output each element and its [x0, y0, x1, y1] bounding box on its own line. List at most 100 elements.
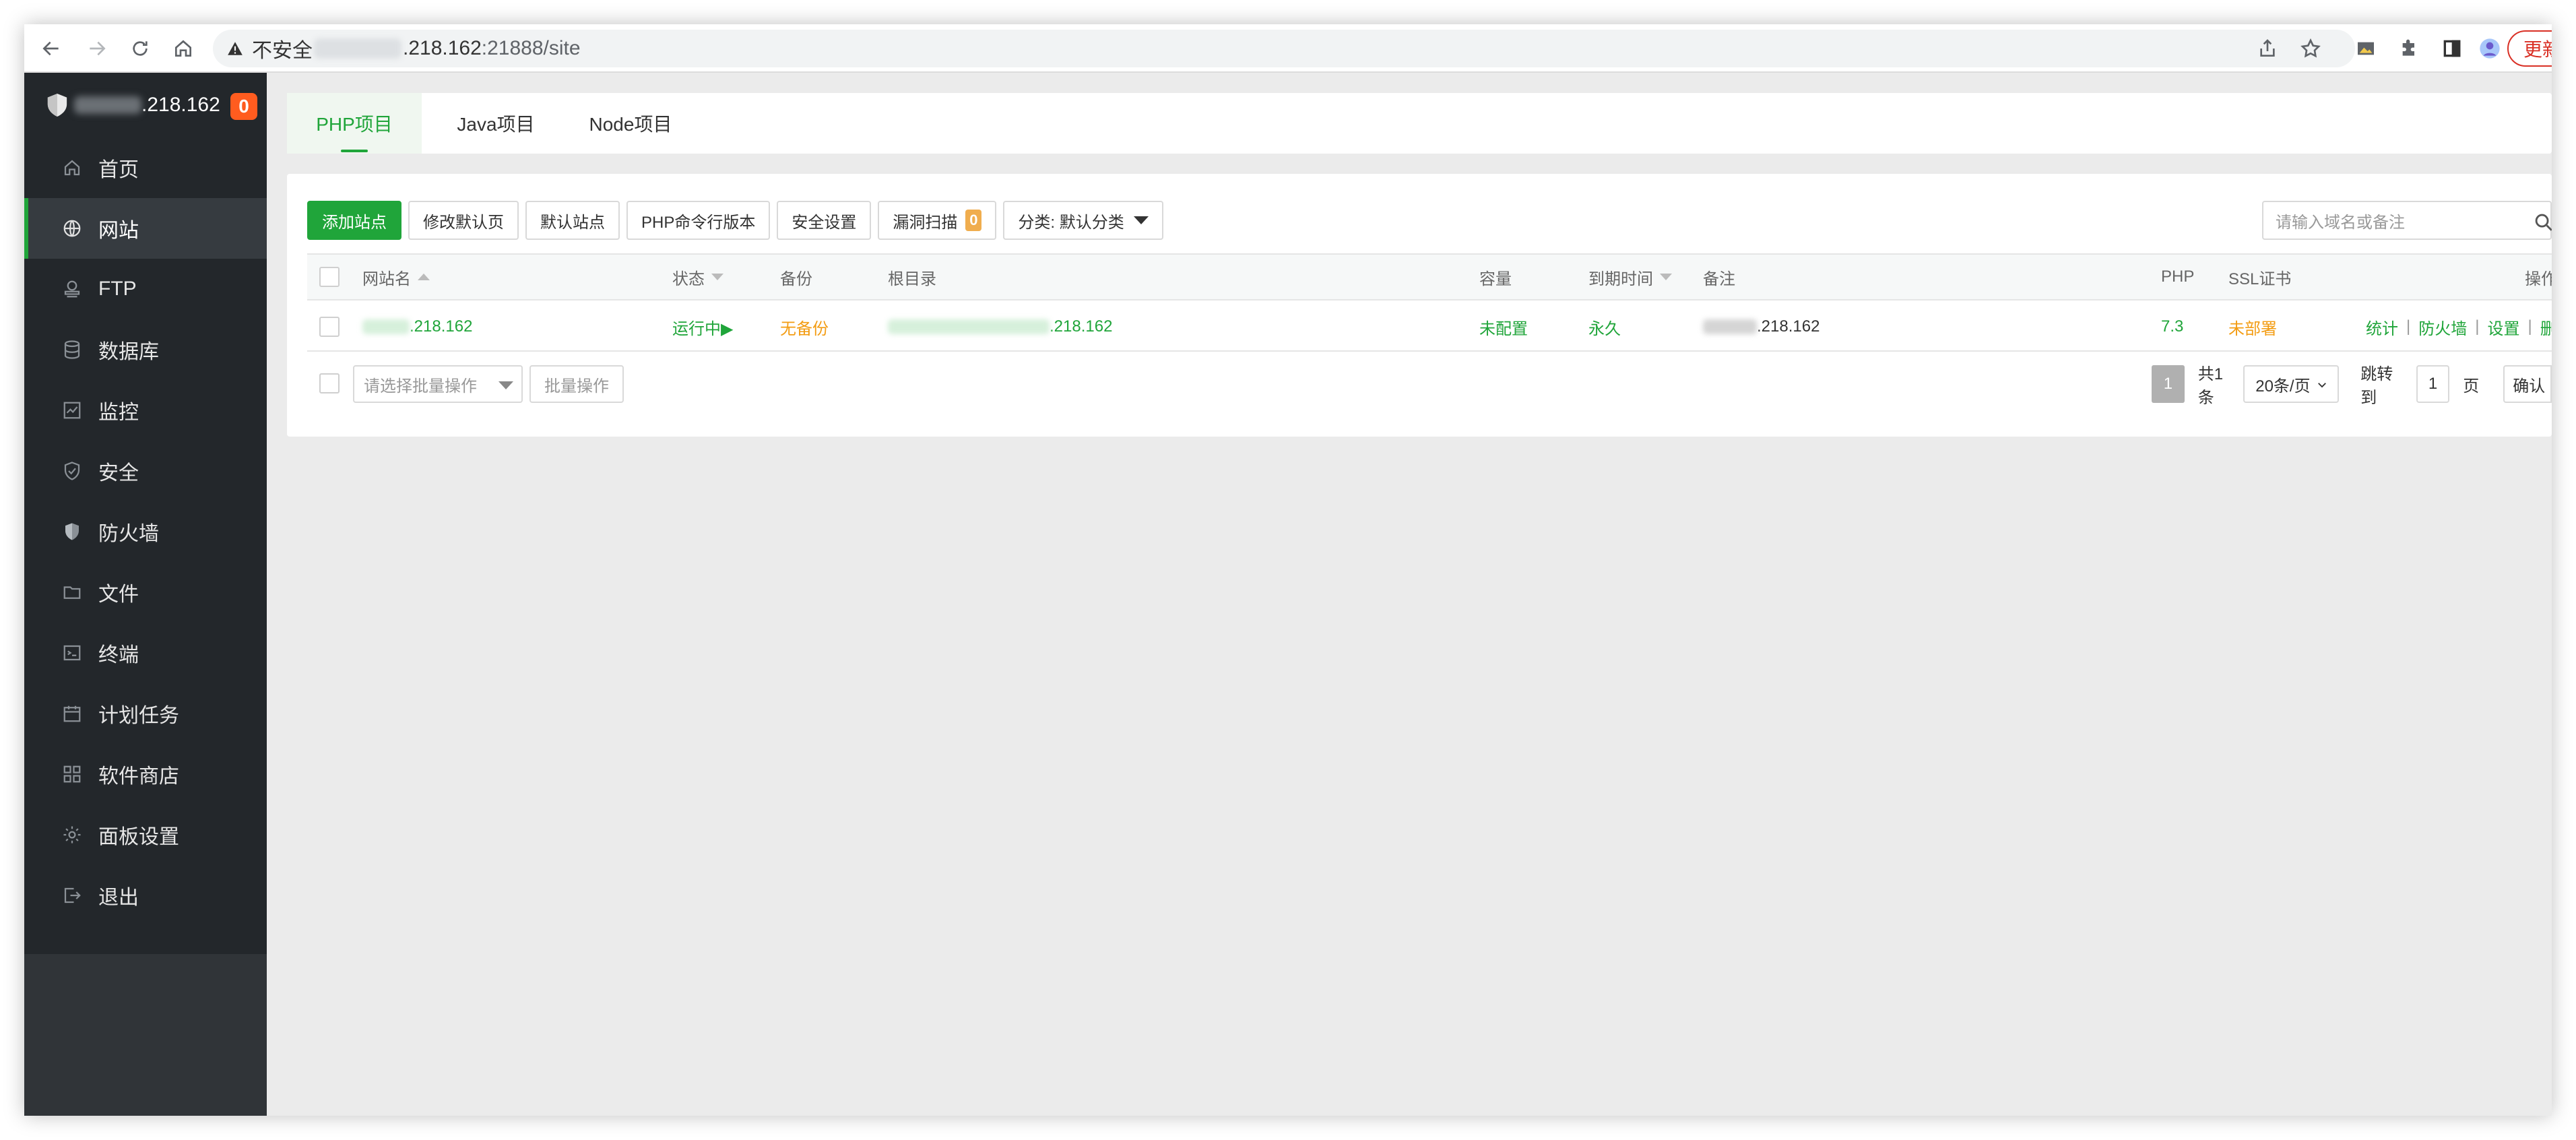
expiry-link[interactable]: 永久: [1588, 302, 1621, 352]
sidebar-item-firewall[interactable]: 防火墙: [24, 501, 267, 562]
page-number-current[interactable]: 1: [2152, 365, 2185, 403]
stats-link[interactable]: 统计: [2366, 315, 2398, 339]
sidebar-item-app-store[interactable]: 软件商店: [24, 744, 267, 804]
total-count: 共1条: [2197, 365, 2224, 407]
calendar-icon: [63, 705, 81, 722]
address-bar[interactable]: 不安全 .218.162 :21888/site: [213, 30, 2355, 67]
capacity-link[interactable]: 未配置: [1479, 302, 1528, 352]
home-icon[interactable]: [168, 34, 198, 63]
sidebar-item-terminal[interactable]: 终端: [24, 623, 267, 683]
sidebar-item-label: 网站: [98, 220, 139, 242]
jump-confirm-button[interactable]: 确认: [2503, 365, 2552, 403]
profile-avatar-icon[interactable]: [2476, 35, 2503, 62]
sidebar-item-database[interactable]: 数据库: [24, 319, 267, 380]
category-label: 分类: 默认分类: [1018, 213, 1124, 232]
share-icon[interactable]: [2254, 35, 2281, 62]
search-placeholder: 请输入域名或备注: [2276, 213, 2405, 232]
sidebar-item-files[interactable]: 文件: [24, 562, 267, 623]
add-site-button[interactable]: 添加站点: [307, 201, 401, 240]
backup-link[interactable]: 无备份: [780, 302, 829, 352]
row-actions: 统计| 防火墙| 设置| 删除: [2366, 302, 2552, 352]
site-status-toggle[interactable]: 运行中▶: [672, 302, 733, 352]
category-dropdown[interactable]: 分类: 默认分类: [1003, 201, 1163, 240]
image-extension-icon[interactable]: [2352, 35, 2379, 62]
redacted-ip: [74, 96, 141, 114]
sidebar-menu: .218.162 0 首页 网站 FTP 数据库 监控 安全 防火墙 文件 终端…: [24, 73, 267, 954]
sidebar-item-cron[interactable]: 计划任务: [24, 683, 267, 744]
row-select-cell: [319, 302, 340, 352]
firewall-shield-icon: [65, 523, 79, 540]
settings-link[interactable]: 设置: [2487, 315, 2519, 339]
select-all-cell: [319, 255, 340, 299]
tab-php-projects[interactable]: PHP项目: [287, 93, 422, 154]
tab-node-projects[interactable]: Node项目: [563, 93, 698, 154]
reload-icon[interactable]: [125, 34, 155, 63]
redacted-root-dir: [888, 319, 1050, 334]
col-ssl: SSL证书: [2228, 270, 2292, 288]
col-php: PHP: [2161, 267, 2195, 286]
security-label: 不安全: [252, 40, 313, 62]
php-cli-version-button[interactable]: PHP命令行版本: [626, 201, 771, 240]
sidebar-item-home[interactable]: 首页: [24, 137, 267, 198]
caret-down-icon: [1133, 216, 1149, 224]
browser-toolbar: 不安全 .218.162 :21888/site 更新: [24, 24, 2552, 73]
table-header: 网站名 状态 备份 根目录 容量 到期时间 备注 PHP SSL证书 操作: [307, 255, 2552, 300]
col-status[interactable]: 状态: [672, 255, 723, 299]
tab-java-projects[interactable]: Java项目: [435, 93, 556, 154]
sort-desc-icon: [711, 274, 723, 280]
logout-icon: [64, 887, 81, 904]
sidebar-item-logout[interactable]: 退出: [24, 865, 267, 926]
col-expiry[interactable]: 到期时间: [1588, 255, 1672, 299]
batch-select-all-checkbox[interactable]: [319, 373, 340, 393]
php-version-link[interactable]: 7.3: [2161, 302, 2183, 352]
apps-grid-icon: [63, 765, 81, 783]
delete-link[interactable]: 删除: [2540, 315, 2552, 339]
sidebar-item-label: 防火墙: [98, 523, 159, 545]
caret-down-icon: [498, 381, 513, 389]
vuln-scan-label: 漏洞扫描: [893, 213, 958, 232]
col-backup: 备份: [780, 270, 812, 288]
redacted-site-name: [362, 319, 410, 334]
search-icon[interactable]: [2532, 210, 2552, 233]
security-settings-button[interactable]: 安全设置: [777, 201, 872, 240]
globe-icon: [63, 220, 81, 237]
row-checkbox[interactable]: [319, 317, 340, 337]
update-button[interactable]: 更新: [2507, 30, 2552, 67]
sidebar-item-monitor[interactable]: 监控: [24, 380, 267, 441]
search-input[interactable]: 请输入域名或备注: [2262, 201, 2552, 240]
back-arrow-icon[interactable]: [36, 34, 66, 63]
ssl-status-link[interactable]: 未部署: [2228, 302, 2277, 352]
jump-page-input[interactable]: 1: [2416, 365, 2450, 403]
per-page-select[interactable]: 20条/页: [2243, 365, 2340, 403]
remark-field[interactable]: .218.162: [1703, 302, 1820, 352]
side-panel-icon[interactable]: [2439, 35, 2466, 62]
vuln-scan-button[interactable]: 漏洞扫描 0: [878, 201, 997, 240]
sidebar-item-security[interactable]: 安全: [24, 441, 267, 501]
default-site-button[interactable]: 默认站点: [525, 201, 620, 240]
batch-operation-button[interactable]: 批量操作: [529, 365, 624, 403]
ftp-icon: [64, 280, 80, 298]
root-dir-text: .218.162: [1050, 317, 1113, 336]
sidebar-item-ftp[interactable]: FTP: [24, 259, 267, 319]
site-name-link[interactable]: .218.162: [362, 302, 472, 352]
database-icon: [64, 340, 80, 359]
select-all-checkbox[interactable]: [319, 267, 340, 287]
sidebar-item-panel-settings[interactable]: 面板设置: [24, 804, 267, 865]
root-dir-link[interactable]: .218.162: [888, 302, 1112, 352]
col-actions: 操作: [2525, 270, 2552, 288]
edit-default-page-button[interactable]: 修改默认页: [408, 201, 519, 240]
message-count-badge[interactable]: 0: [230, 93, 257, 120]
sidebar-item-website[interactable]: 网站: [24, 198, 267, 259]
warning-triangle-icon[interactable]: [226, 40, 244, 57]
batch-placeholder: 请选择批量操作: [364, 377, 477, 395]
batch-operation-select[interactable]: 请选择批量操作: [353, 365, 523, 403]
col-site-name[interactable]: 网站名: [362, 255, 430, 299]
folder-icon: [63, 586, 81, 599]
bookmark-star-icon[interactable]: [2297, 35, 2324, 62]
page-unit-label: 页: [2463, 377, 2480, 395]
sidebar-item-label: 首页: [98, 159, 139, 181]
puzzle-extensions-icon[interactable]: [2395, 35, 2422, 62]
site-list-card: 添加站点 修改默认页 默认站点 PHP命令行版本 安全设置 漏洞扫描 0 分类:…: [287, 174, 2552, 437]
firewall-link[interactable]: 防火墙: [2418, 315, 2467, 339]
forward-arrow-icon[interactable]: [82, 34, 112, 63]
